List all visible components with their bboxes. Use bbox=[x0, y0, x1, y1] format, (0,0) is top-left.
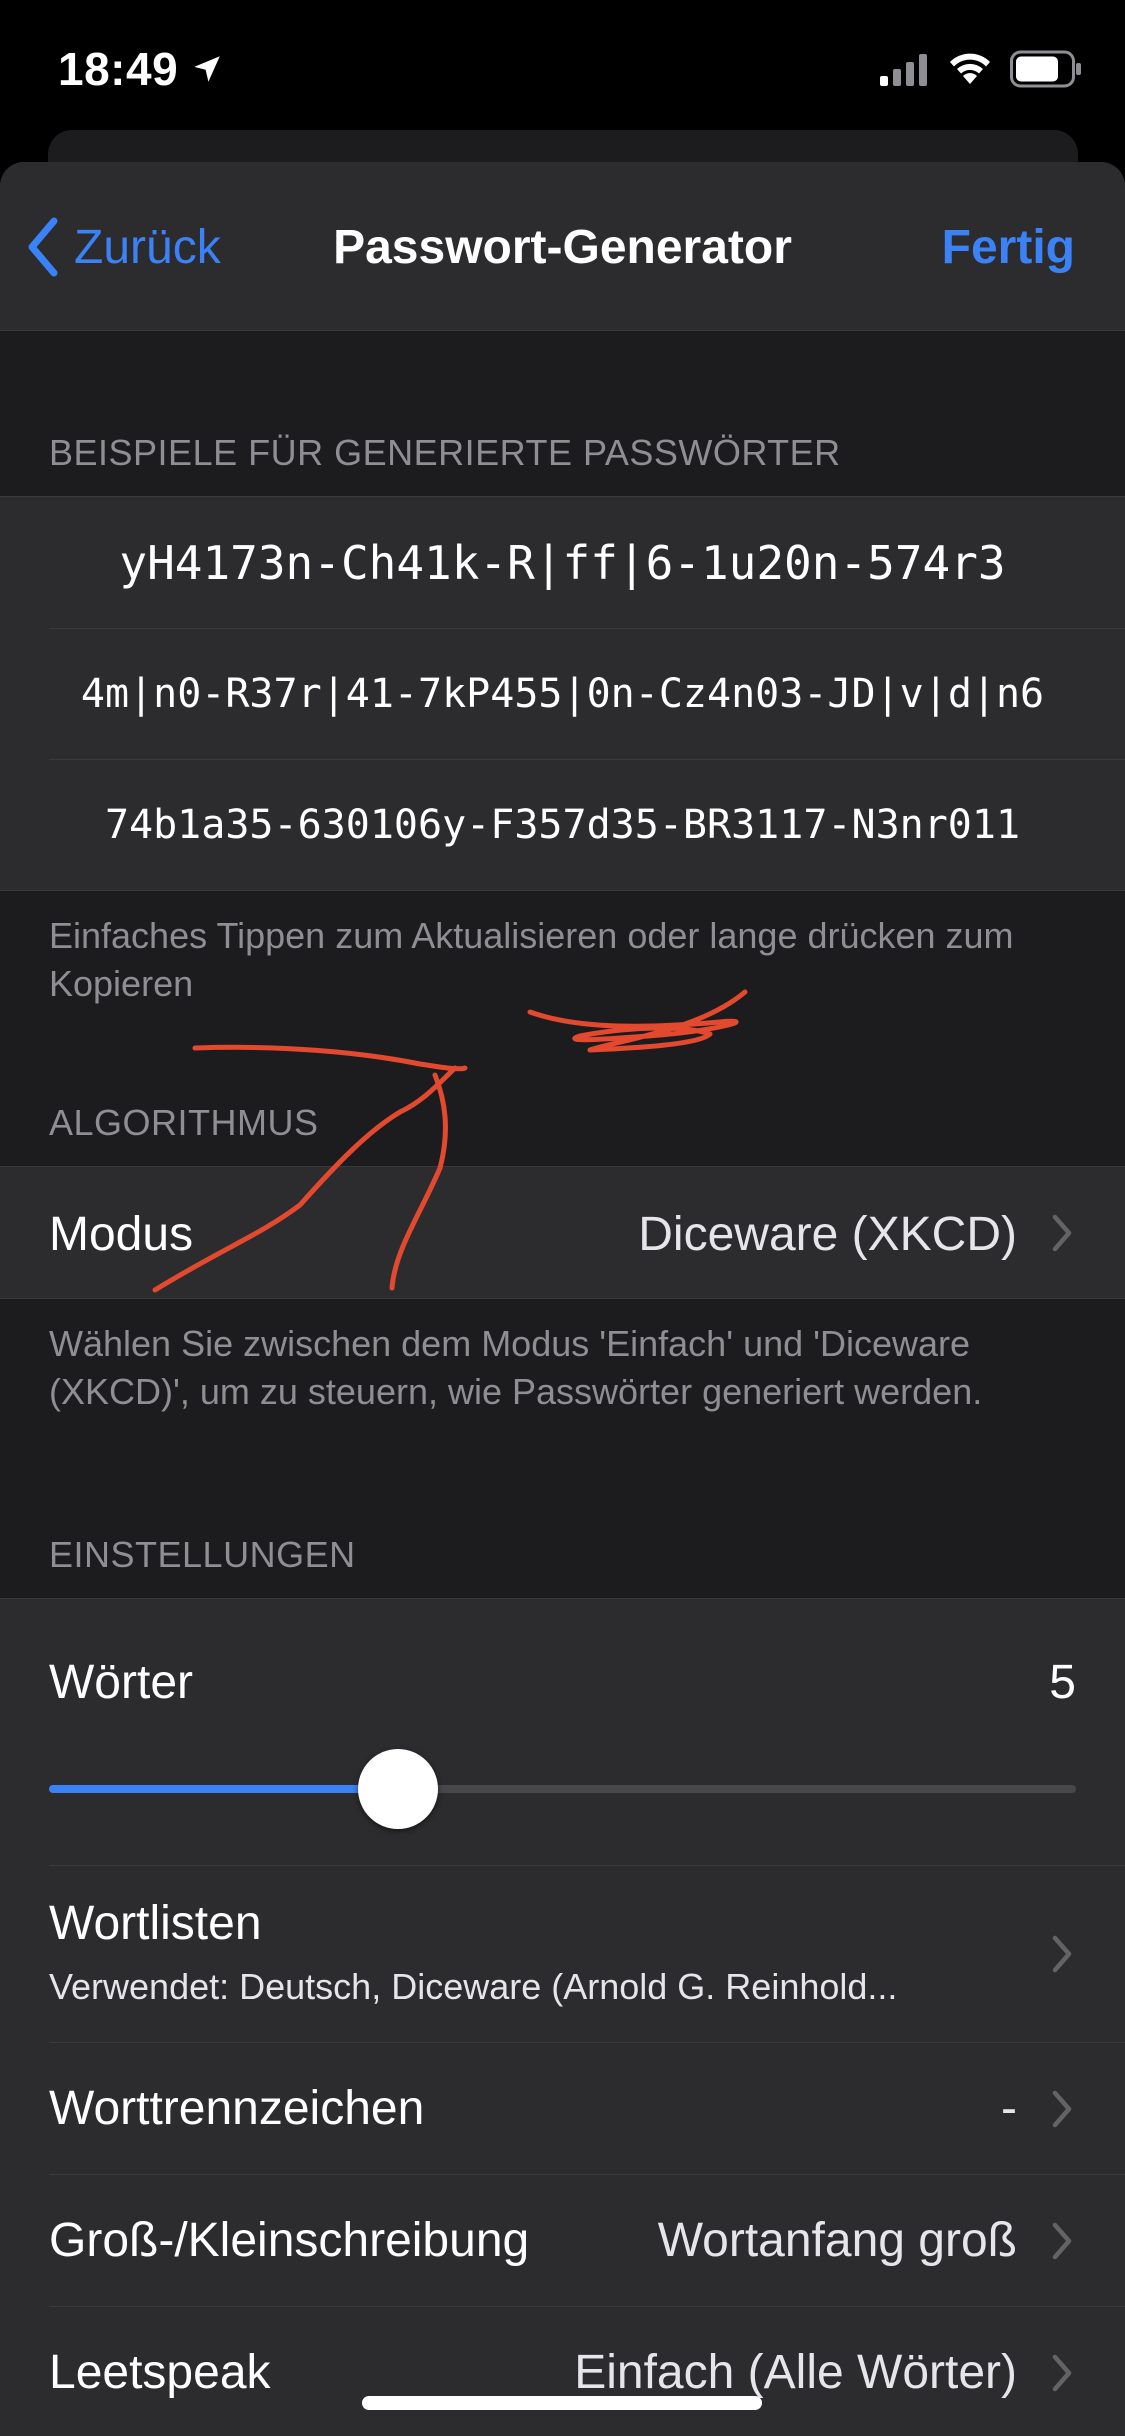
algorithm-footer-text: Wählen Sie zwischen dem Modus 'Einfach' … bbox=[49, 1323, 983, 1412]
status-bar: 18:49 bbox=[0, 0, 1125, 140]
example-password-3[interactable]: 74b1a35-630106y-F357d35-BR3117-N3nr011 bbox=[0, 759, 1125, 890]
leetspeak-value: Einfach (Alle Wörter) bbox=[574, 2346, 1017, 2399]
chevron-right-icon bbox=[1052, 1214, 1072, 1252]
examples-footer-text: Einfaches Tippen zum Aktualisieren oder … bbox=[49, 915, 1014, 1004]
separator-value: - bbox=[1001, 2082, 1017, 2135]
example-password-2[interactable]: 4m|n0-R37r|41-7kP455|0n-Cz4n03-JD|v|d|n6 bbox=[0, 628, 1125, 759]
mode-value: Diceware (XKCD) bbox=[638, 1208, 1017, 1261]
words-slider-thumb[interactable] bbox=[358, 1749, 439, 1829]
wordlists-subtitle: Verwendet: Deutsch, Diceware (Arnold G. … bbox=[49, 1966, 898, 2007]
leetspeak-row[interactable]: Leetspeak Einfach (Alle Wörter) bbox=[0, 2307, 1125, 2436]
wordlists-label: Wortlisten bbox=[49, 1897, 262, 1950]
separator-row[interactable]: Worttrennzeichen - bbox=[0, 2043, 1125, 2174]
chevron-right-icon bbox=[1052, 2354, 1072, 2392]
separator-label: Worttrennzeichen bbox=[49, 2082, 425, 2135]
words-slider-fill bbox=[49, 1785, 399, 1793]
examples-section-header: BEISPIELE FÜR GENERIERTE PASSWÖRTER bbox=[49, 432, 841, 473]
case-label: Groß-/Kleinschreibung bbox=[49, 2214, 530, 2267]
location-arrow-icon bbox=[194, 56, 220, 82]
mode-label: Modus bbox=[49, 1208, 194, 1261]
status-time: 18:49 bbox=[58, 43, 179, 95]
battery-icon bbox=[1010, 50, 1081, 88]
leetspeak-label: Leetspeak bbox=[49, 2346, 271, 2399]
settings-section-header: EINSTELLUNGEN bbox=[49, 1534, 356, 1575]
wordlists-row[interactable]: Wortlisten Verwendet: Deutsch, Diceware … bbox=[0, 1866, 1125, 2042]
examples-group: yH4173n-Ch41k-R|ff|6-1u20n-574r3 4m|n0-R… bbox=[0, 496, 1125, 891]
case-row[interactable]: Groß-/Kleinschreibung Wortanfang groß bbox=[0, 2175, 1125, 2306]
done-button[interactable]: Fertig bbox=[942, 220, 1075, 275]
words-slider[interactable] bbox=[49, 1785, 1076, 1793]
chevron-right-icon bbox=[1052, 1935, 1072, 1973]
words-count: 5 bbox=[1049, 1656, 1076, 1709]
example-password-1[interactable]: yH4173n-Ch41k-R|ff|6-1u20n-574r3 bbox=[0, 497, 1125, 628]
mode-row[interactable]: Modus Diceware (XKCD) bbox=[0, 1166, 1125, 1299]
modal-sheet: Zurück Passwort-Generator Fertig BEISPIE… bbox=[0, 162, 1125, 2436]
algorithm-section-header: ALGORITHMUS bbox=[49, 1102, 319, 1143]
settings-group: Wörter 5 Wortlisten Verwendet: Deutsch, … bbox=[0, 1598, 1125, 2436]
chevron-right-icon bbox=[1052, 2222, 1072, 2260]
home-indicator bbox=[362, 2396, 762, 2410]
cellular-signal-icon bbox=[880, 54, 927, 86]
case-value: Wortanfang groß bbox=[657, 2214, 1017, 2267]
chevron-right-icon bbox=[1052, 2090, 1072, 2128]
navigation-bar: Zurück Passwort-Generator Fertig bbox=[0, 162, 1125, 331]
wifi-icon bbox=[950, 53, 990, 84]
words-label: Wörter bbox=[49, 1656, 193, 1709]
